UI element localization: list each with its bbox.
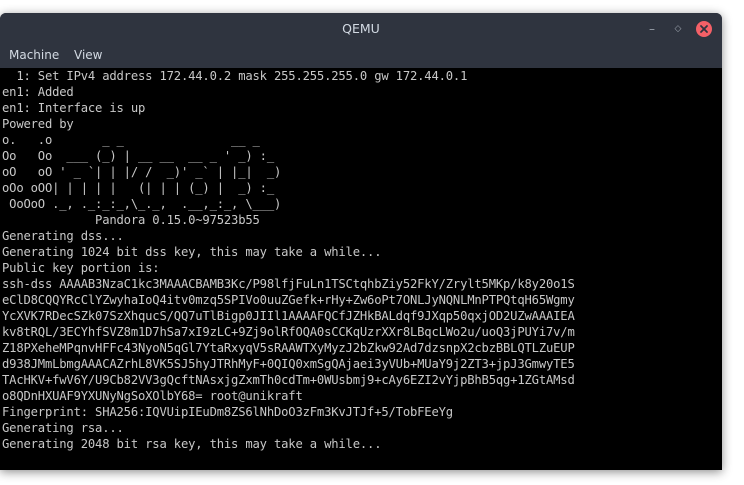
console-line: oO oO ' _ `| | |/ / _)' _` | |_| _)	[2, 165, 282, 179]
console-line: kv8tRQL/3ECYhfSVZ8m1D7hSa7xI9zLC+9Zj9olR…	[2, 325, 575, 339]
window-title: QEMU	[342, 21, 380, 36]
console-line: Generating dss...	[2, 229, 124, 243]
close-button[interactable]	[696, 21, 712, 37]
console-line: Powered by	[2, 117, 74, 131]
console-line: Generating rsa...	[2, 421, 124, 435]
console-line: en1: Added	[2, 85, 74, 99]
console-line: TAcHKV+fwV6Y/U9Cb82VV3gQcftNAsxjgZxmTh0c…	[2, 373, 575, 387]
maximize-button[interactable]: ◇	[670, 21, 686, 37]
console-line: eClD8CQQYRcClYZwyhaIoQ4itv0mzq5SPIVo0uuZ…	[2, 293, 575, 307]
console-line: Public key portion is:	[2, 261, 160, 275]
menu-machine[interactable]: Machine	[9, 47, 59, 63]
console-line: 1: Set IPv4 address 172.44.0.2 mask 255.…	[2, 69, 468, 83]
console-line: oOo oOO| | | | | (| | | (_) | _) :_	[2, 181, 274, 195]
console-line: Generating 1024 bit dss key, this may ta…	[2, 245, 382, 259]
close-icon	[696, 21, 712, 37]
menu-view[interactable]: View	[74, 47, 102, 63]
console-line: o. .o _ _ __ _	[2, 133, 260, 147]
maximize-icon: ◇	[674, 24, 682, 34]
qemu-window: QEMU – ◇ Machine View 1: Set IPv4 addres…	[0, 13, 722, 470]
minimize-button[interactable]: –	[644, 21, 660, 37]
console-output: 1: Set IPv4 address 172.44.0.2 mask 255.…	[0, 68, 722, 452]
console-screen[interactable]: 1: Set IPv4 address 172.44.0.2 mask 255.…	[0, 68, 722, 470]
console-line: YcXVK7RDecSZk07SzXhqucS/QQ7uTlBigp0JIIl1…	[2, 309, 575, 323]
console-line: ssh-dss AAAAB3NzaC1kc3MAAACBAMB3Kc/P98lf…	[2, 277, 575, 291]
console-line: Pandora 0.15.0~97523b55	[2, 213, 260, 227]
console-line: en1: Interface is up	[2, 101, 146, 115]
minimize-icon: –	[649, 22, 655, 36]
console-line: d938JMmLbmgAAACAZrhL8VK5SJ5hyJTRhMyF+0QI…	[2, 357, 575, 371]
menu-bar: Machine View	[0, 45, 722, 65]
console-line: o8QDnHXUAF9YXUNyNgSoXOlbY68= root@unikra…	[2, 389, 303, 403]
console-line: OoOoO ._, ._:_:_,\_._, .__,_:_, \___)	[2, 197, 282, 211]
console-line: Z18PXeheMPqnvHFFc43NyoN5qGl7YtaRxyqV5sRA…	[2, 341, 575, 355]
console-line: Fingerprint: SHA256:IQVUipIEuDm8ZS6lNhDo…	[2, 405, 453, 419]
title-bar[interactable]: QEMU – ◇	[0, 13, 722, 45]
console-line: Oo Oo ___ (_) | __ __ __ _ ' _) :_	[2, 149, 274, 163]
console-line: Generating 2048 bit rsa key, this may ta…	[2, 437, 382, 451]
